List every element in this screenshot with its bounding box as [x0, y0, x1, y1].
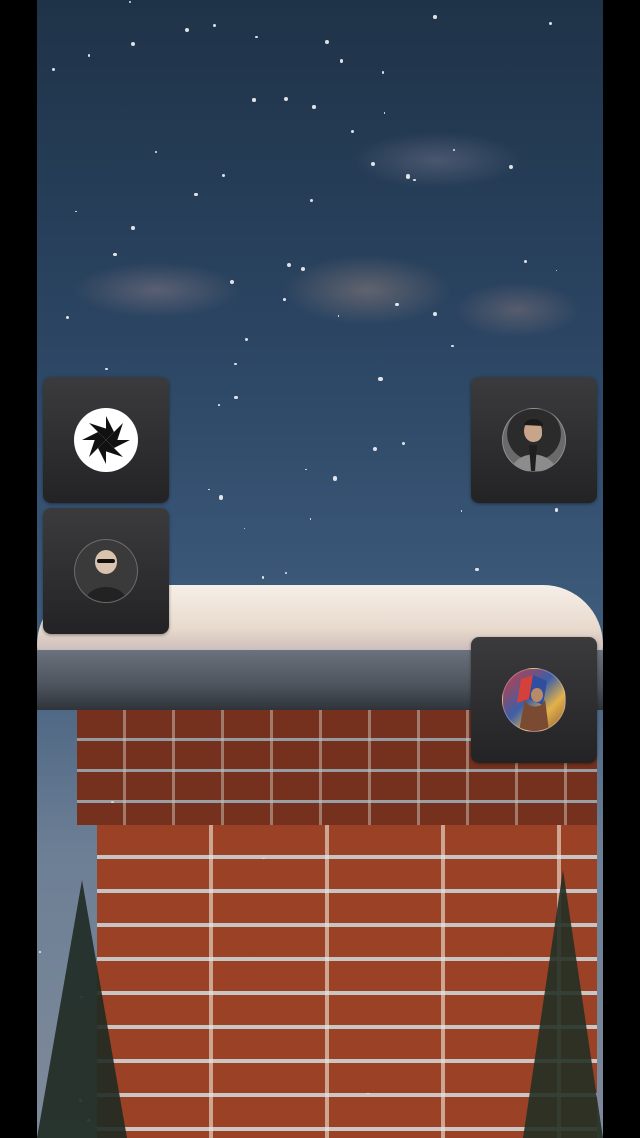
snowflake-icon [339, 59, 343, 63]
snowflake-icon [332, 476, 337, 481]
snowflake-icon [460, 510, 463, 512]
snowflake-icon [300, 266, 305, 271]
user-avatar-icon [502, 408, 566, 472]
snowflake-icon [413, 178, 416, 181]
participant-tile-1[interactable] [43, 377, 169, 503]
snowflake-icon [509, 164, 514, 169]
snowflake-icon [185, 27, 190, 32]
snowflake-icon [233, 395, 238, 400]
snowflake-icon [381, 71, 385, 74]
snowflake-icon [66, 315, 70, 319]
snowflake-icon [548, 21, 552, 25]
snowflake-icon [194, 192, 198, 197]
snowflake-icon [234, 362, 237, 365]
snowflake-icon [131, 226, 135, 230]
participant-tile-3[interactable] [471, 377, 597, 503]
snowflake-icon [87, 53, 91, 57]
snowflake-icon [222, 173, 226, 177]
snowflake-icon [244, 337, 248, 341]
snowflake-icon [433, 15, 437, 19]
snowflake-icon [372, 446, 377, 452]
snowflake-icon [312, 105, 316, 109]
snowflake-icon [218, 495, 224, 500]
snowflake-icon [252, 98, 256, 102]
snowflake-icon [129, 1, 132, 3]
snowflake-icon [52, 68, 55, 71]
snowflake-icon [255, 36, 258, 39]
pine-tree-left [37, 880, 127, 1138]
snowflake-icon [405, 174, 411, 179]
user-avatar-icon [502, 668, 566, 732]
snowflake-icon [475, 567, 479, 572]
pinwheel-logo-icon [74, 408, 138, 472]
snowflake-icon [154, 151, 157, 154]
participant-tile-4[interactable] [471, 637, 597, 763]
snowflake-icon [105, 367, 108, 371]
snowflake-icon [378, 377, 383, 382]
pine-tree-right [523, 870, 603, 1138]
snowflake-icon [394, 302, 399, 307]
snowflake-icon [218, 403, 220, 406]
snowflake-icon [337, 315, 340, 317]
user-avatar-icon [74, 539, 138, 603]
participant-tile-2[interactable] [43, 508, 169, 634]
chimney-bricks [97, 825, 597, 1138]
snowflake-icon [451, 345, 454, 348]
